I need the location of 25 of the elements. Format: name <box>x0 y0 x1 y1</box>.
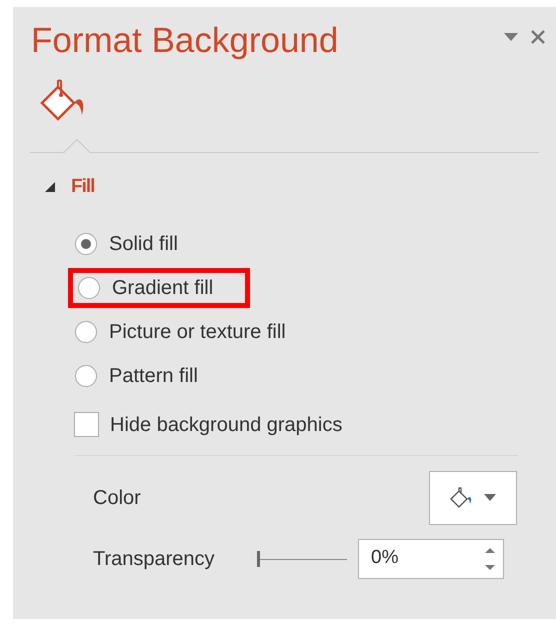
radio-label[interactable]: Gradient fill <box>112 272 214 302</box>
dropdown-arrow-icon <box>484 494 496 501</box>
spin-arrows-icon[interactable] <box>485 546 495 570</box>
transparency-slider[interactable] <box>257 550 347 566</box>
transparency-spinbox[interactable]: 0% <box>358 538 504 578</box>
transparency-label: Transparency <box>93 546 216 572</box>
radio-label[interactable]: Picture or texture fill <box>109 316 286 346</box>
slider-thumb[interactable] <box>257 550 260 566</box>
checkbox-label[interactable]: Hide background graphics <box>110 410 342 440</box>
radio-button[interactable] <box>75 364 97 386</box>
radio-button[interactable] <box>75 320 97 342</box>
dropdown-icon[interactable] <box>504 33 518 41</box>
color-picker-button[interactable] <box>429 470 517 524</box>
radio-label[interactable]: Solid fill <box>109 228 178 258</box>
color-label: Color <box>93 486 141 510</box>
radio-label[interactable]: Pattern fill <box>109 360 198 390</box>
checkbox[interactable] <box>74 412 99 437</box>
transparency-value: 0% <box>371 546 398 570</box>
radio-button[interactable] <box>75 232 97 254</box>
paint-bucket-icon <box>450 486 474 508</box>
radio-button[interactable] <box>78 276 100 298</box>
section-title[interactable]: Fill <box>71 173 94 202</box>
collapse-caret-icon[interactable] <box>45 182 55 192</box>
pane-title: Format Background <box>31 20 338 62</box>
close-icon[interactable] <box>530 29 546 45</box>
